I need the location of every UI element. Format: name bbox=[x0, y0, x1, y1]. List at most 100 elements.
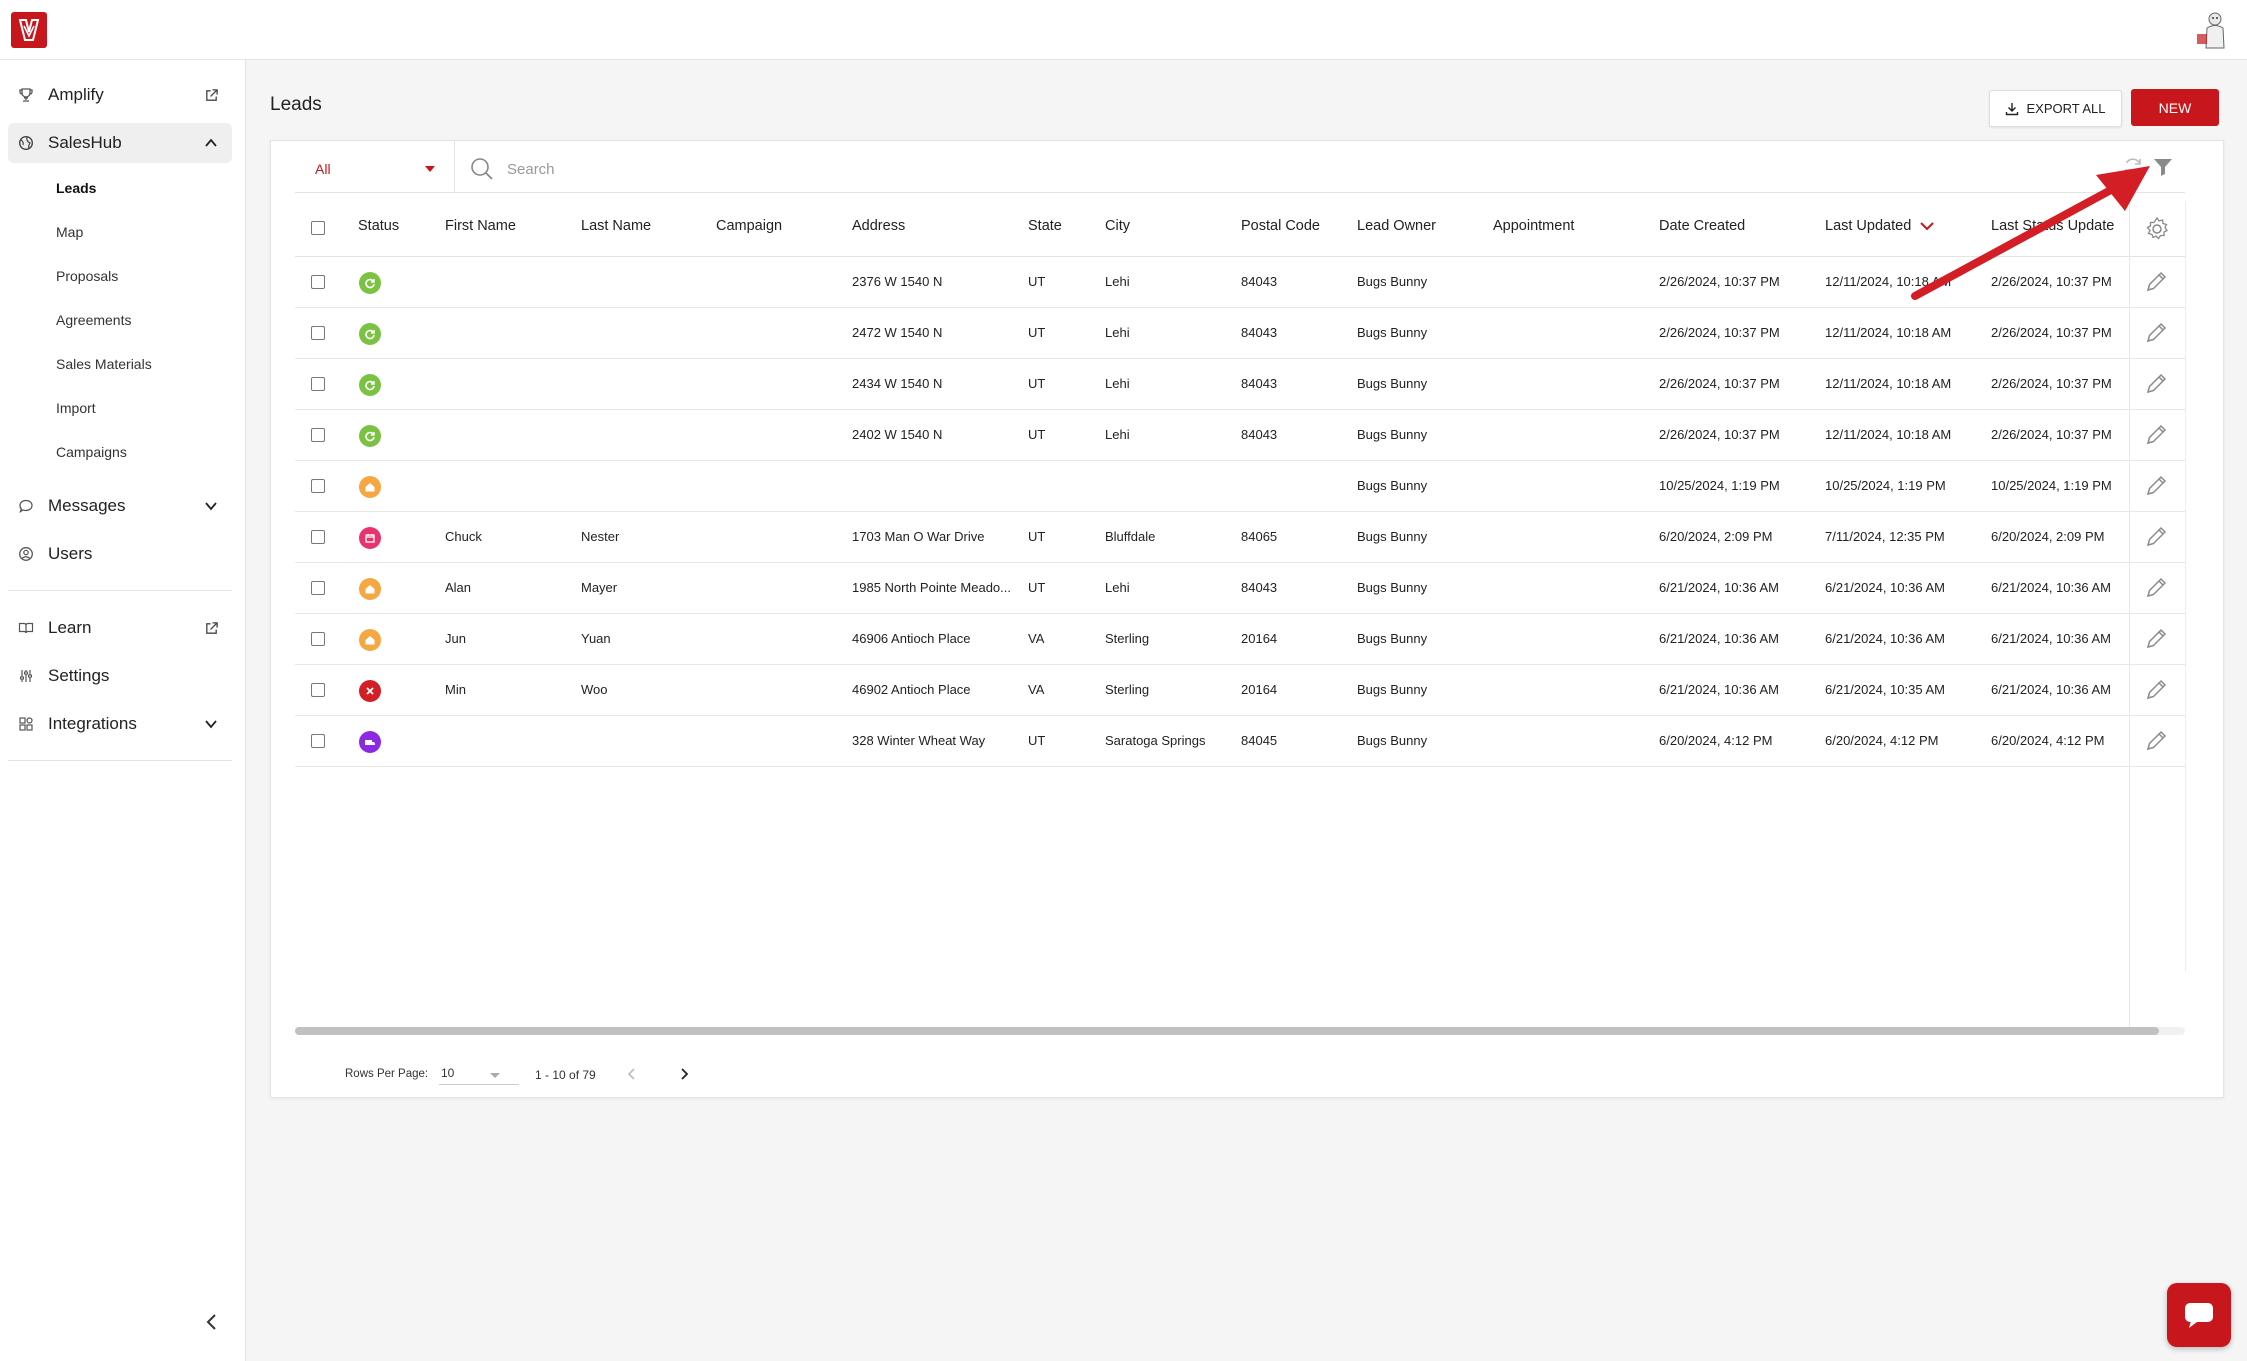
row-checkbox[interactable] bbox=[311, 683, 325, 697]
row-checkbox[interactable] bbox=[311, 479, 325, 493]
sidebar-subitem-map[interactable]: Map bbox=[56, 224, 83, 240]
sidebar-item-users[interactable]: Users bbox=[8, 534, 232, 574]
column-header-date-created[interactable]: Date Created bbox=[1659, 218, 1745, 234]
cell-updated: 12/11/2024, 10:18 AM bbox=[1825, 376, 1952, 391]
column-header-city[interactable]: City bbox=[1105, 218, 1130, 234]
cell-state: VA bbox=[1028, 682, 1045, 697]
column-header-state[interactable]: State bbox=[1028, 218, 1062, 234]
table-row[interactable]: Min Woo 46902 Antioch Place VA Sterling 20164… bbox=[295, 665, 2185, 716]
user-avatar[interactable] bbox=[2193, 10, 2231, 50]
sidebar: Amplify SalesHub Leads Map Proposals Agr… bbox=[0, 60, 246, 1361]
row-checkbox[interactable] bbox=[311, 632, 325, 646]
edit-pencil-icon[interactable] bbox=[2143, 575, 2169, 601]
cell-state: UT bbox=[1028, 325, 1046, 340]
sidebar-subitem-agreements[interactable]: Agreements bbox=[56, 312, 131, 328]
filter-funnel-icon[interactable] bbox=[2151, 155, 2175, 179]
table-row[interactable]: 328 Winter Wheat Way UT Saratoga Springs 84… bbox=[295, 716, 2185, 767]
new-lead-button[interactable]: NEW bbox=[2131, 89, 2219, 126]
refresh-icon[interactable] bbox=[2121, 155, 2145, 179]
table-row[interactable]: Alan Mayer 1985 North Pointe Meado... UT Leh… bbox=[295, 563, 2185, 614]
chat-bubble-icon bbox=[16, 496, 36, 516]
cell-first: Jun bbox=[445, 631, 466, 646]
sidebar-item-settings[interactable]: Settings bbox=[8, 656, 232, 696]
horizontal-scrollbar-thumb[interactable] bbox=[295, 1027, 2159, 1035]
table-row[interactable]: Chuck Nester 1703 Man O War Drive UT Bluffda… bbox=[295, 512, 2185, 563]
sidebar-item-integrations[interactable]: Integrations bbox=[8, 704, 232, 744]
chat-widget-button[interactable] bbox=[2167, 1283, 2231, 1347]
row-checkbox[interactable] bbox=[311, 275, 325, 289]
status-filter-value: All bbox=[315, 161, 331, 177]
edit-pencil-icon[interactable] bbox=[2143, 626, 2169, 652]
cell-status-update: 6/21/2024, 10:36 AM bbox=[1991, 580, 2111, 595]
status-truck-icon bbox=[359, 731, 381, 753]
column-header-last-updated[interactable]: Last Updated bbox=[1825, 218, 1935, 234]
row-checkbox[interactable] bbox=[311, 734, 325, 748]
row-checkbox[interactable] bbox=[311, 530, 325, 544]
row-checkbox[interactable] bbox=[311, 428, 325, 442]
horizontal-scrollbar[interactable] bbox=[295, 1027, 2185, 1035]
sidebar-item-saleshub[interactable]: SalesHub bbox=[8, 123, 232, 163]
table-row[interactable]: 2376 W 1540 N UT Lehi 84043 Bugs Bunny 2/26/2… bbox=[295, 257, 2185, 308]
sidebar-subitem-import[interactable]: Import bbox=[56, 400, 96, 416]
cell-address: 46906 Antioch Place bbox=[852, 631, 971, 646]
column-header-lead-owner[interactable]: Lead Owner bbox=[1357, 218, 1436, 234]
chevron-up-icon[interactable] bbox=[200, 132, 222, 154]
export-all-button[interactable]: EXPORT ALL bbox=[1989, 90, 2122, 127]
row-checkbox[interactable] bbox=[311, 581, 325, 595]
edit-pencil-icon[interactable] bbox=[2143, 473, 2169, 499]
status-refresh-icon bbox=[359, 323, 381, 345]
edit-pencil-icon[interactable] bbox=[2143, 524, 2169, 550]
table-row[interactable]: Bugs Bunny 10/25/2024, 1:19 PM 10/25/2024,… bbox=[295, 461, 2185, 512]
column-header-first-name[interactable]: First Name bbox=[445, 218, 516, 234]
table-row[interactable]: Jun Yuan 46906 Antioch Place VA Sterling 2016… bbox=[295, 614, 2185, 665]
table-row[interactable]: 2402 W 1540 N UT Lehi 84043 Bugs Bunny 2/26/2… bbox=[295, 410, 2185, 461]
cell-last: Woo bbox=[581, 682, 608, 697]
table-row[interactable]: 2472 W 1540 N UT Lehi 84043 Bugs Bunny 2/26/2… bbox=[295, 308, 2185, 359]
column-settings-gear-icon[interactable] bbox=[2143, 215, 2171, 243]
external-link-icon bbox=[200, 84, 222, 106]
table-row[interactable]: 2434 W 1540 N UT Lehi 84043 Bugs Bunny 2/26/2… bbox=[295, 359, 2185, 410]
cell-state: VA bbox=[1028, 631, 1045, 646]
sidebar-item-messages[interactable]: Messages bbox=[8, 486, 232, 526]
brand-logo-icon[interactable] bbox=[11, 12, 47, 48]
cell-address: 2376 W 1540 N bbox=[852, 274, 943, 289]
status-filter-select[interactable]: All bbox=[295, 141, 455, 193]
row-checkbox[interactable] bbox=[311, 326, 325, 340]
sidebar-subitem-leads[interactable]: Leads bbox=[56, 180, 96, 196]
search-input[interactable] bbox=[507, 155, 2007, 183]
column-header-postal-code[interactable]: Postal Code bbox=[1241, 218, 1320, 234]
sidebar-item-amplify[interactable]: Amplify bbox=[8, 75, 232, 115]
sidebar-subitem-proposals[interactable]: Proposals bbox=[56, 268, 118, 284]
column-header-address[interactable]: Address bbox=[852, 218, 905, 234]
dropdown-caret-icon bbox=[490, 1073, 500, 1078]
edit-pencil-icon[interactable] bbox=[2143, 728, 2169, 754]
select-all-checkbox[interactable] bbox=[311, 221, 325, 235]
column-header-status[interactable]: Status bbox=[358, 218, 399, 234]
rows-per-page-select[interactable]: 10 bbox=[439, 1063, 519, 1085]
column-header-last-name[interactable]: Last Name bbox=[581, 218, 651, 234]
sidebar-subitem-sales-materials[interactable]: Sales Materials bbox=[56, 356, 152, 372]
cell-postal: 20164 bbox=[1241, 631, 1278, 646]
column-header-campaign[interactable]: Campaign bbox=[716, 218, 782, 234]
edit-pencil-icon[interactable] bbox=[2143, 269, 2169, 295]
previous-page-chevron-left-icon[interactable] bbox=[623, 1065, 641, 1083]
cell-status-update: 2/26/2024, 10:37 PM bbox=[1991, 427, 2112, 442]
column-header-last-status-update[interactable]: Last Status Update bbox=[1991, 218, 2114, 234]
sidebar-subitem-campaigns[interactable]: Campaigns bbox=[56, 444, 127, 460]
cell-owner: Bugs Bunny bbox=[1357, 529, 1428, 544]
edit-pencil-icon[interactable] bbox=[2143, 677, 2169, 703]
edit-pencil-icon[interactable] bbox=[2143, 422, 2169, 448]
cell-updated: 12/11/2024, 10:18 AM bbox=[1825, 427, 1952, 442]
column-header-appointment[interactable]: Appointment bbox=[1493, 218, 1574, 234]
chevron-down-icon[interactable] bbox=[200, 495, 222, 517]
vertical-scrollbar[interactable] bbox=[2185, 201, 2201, 971]
collapse-sidebar-chevron-left-icon[interactable] bbox=[200, 1310, 224, 1334]
next-page-chevron-right-icon[interactable] bbox=[675, 1065, 693, 1083]
chevron-down-icon[interactable] bbox=[200, 713, 222, 735]
cell-status-update: 10/25/2024, 1:19 PM bbox=[1991, 478, 2112, 493]
row-checkbox[interactable] bbox=[311, 377, 325, 391]
edit-pencil-icon[interactable] bbox=[2143, 320, 2169, 346]
sidebar-item-learn[interactable]: Learn bbox=[8, 608, 232, 648]
edit-pencil-icon[interactable] bbox=[2143, 371, 2169, 397]
search-icon bbox=[469, 156, 495, 182]
